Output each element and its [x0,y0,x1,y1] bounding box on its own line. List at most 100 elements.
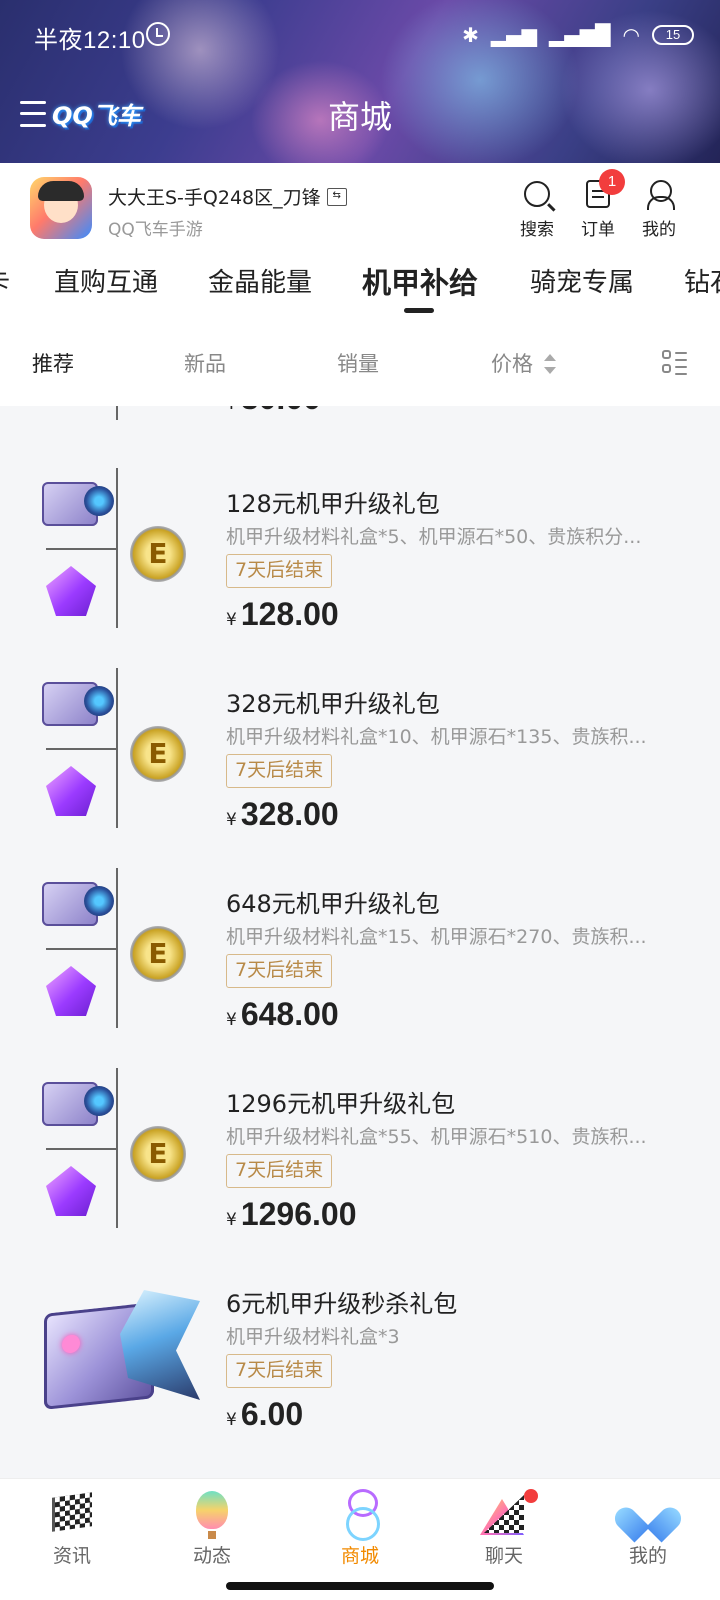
sort-sales[interactable]: 销量 [337,348,379,378]
shop-icon [346,1489,380,1541]
list-item[interactable]: 1296元机甲升级礼包 机甲升级材料礼盒*55、机甲源石*510、贵族积... … [0,1050,720,1254]
app-screen: { "status_bar": { "time": "半夜12:10", "ba… [0,0,720,1600]
tab-diamond[interactable]: 钻石 [684,262,720,299]
list-item[interactable]: 6元机甲升级秒杀礼包 机甲升级材料礼盒*3 7天后结束 ¥6.00 [0,1250,720,1454]
item-title: 6元机甲升级秒杀礼包 [226,1290,458,1318]
user-icon [647,180,675,210]
nav-news[interactable]: 资讯 [22,1489,122,1568]
list-item[interactable]: 648元机甲升级礼包 机甲升级材料礼盒*15、机甲源石*270、贵族积... 7… [0,850,720,1054]
store-name[interactable]: 大大王S-手Q248区_刀锋 ⇆ [108,183,347,210]
status-bar: 半夜12:10 ✱ ▂▄▆ ▂▄▆█ ◠ 15 [0,0,720,70]
battery-icon: 15 [652,25,694,45]
search-icon [524,181,550,207]
nav-chat[interactable]: 聊天 [454,1489,554,1568]
mecha-stone-icon [46,766,96,816]
item-description: 机甲升级材料礼盒*5、机甲源石*50、贵族积分... [226,526,642,548]
nav-chat-label: 聊天 [484,1545,523,1567]
switch-role-icon[interactable]: ⇆ [326,187,347,206]
product-thumbnail [40,668,200,828]
orders-button[interactable]: 1 订单 [573,169,625,240]
hot-air-balloon-icon [196,1491,228,1539]
tab-direct-purchase[interactable]: 直购互通 [54,262,158,299]
item-price: ¥6.00 [226,1396,304,1432]
nav-store[interactable]: 商城 [310,1489,410,1568]
tab-mecha-supply[interactable]: 机甲补给 [362,260,478,302]
signal-hd-icon: ▂▄▆█ [549,23,611,47]
sort-price[interactable]: 价格 [491,348,533,378]
noble-coin-icon [130,526,186,582]
bottom-nav: 资讯 动态 商城 聊天 我的 [0,1478,720,1570]
store-name-text: 大大王S-手Q248区_刀锋 [108,187,321,209]
mecha-stone-icon [46,966,96,1016]
item-price: ¥328.00 [226,796,339,832]
item-title: 648元机甲升级礼包 [226,890,440,918]
search-label: 搜索 [520,220,554,240]
tab-mount-pet[interactable]: 骑宠专属 [530,262,634,299]
item-price: ¥30.00 [226,406,321,417]
noble-coin-icon [130,926,186,982]
countdown-tag: 7天后结束 [226,1354,333,1388]
store-header: 大大王S-手Q248区_刀锋 ⇆ QQ飞车手游 搜索 1 订单 我的 [0,163,720,248]
item-description: 机甲升级材料礼盒*3 [226,1326,400,1348]
wifi-icon: ◠ [622,23,640,47]
item-price: ¥1296.00 [226,1196,357,1232]
mecha-box-icon [42,482,114,526]
active-tab-indicator [404,308,434,313]
mecha-box-icon [42,682,114,726]
search-button[interactable]: 搜索 [512,177,562,240]
countdown-tag: 7天后结束 [226,954,333,988]
checkered-flag-icon [52,1492,92,1532]
list-item[interactable]: 328元机甲升级礼包 机甲升级材料礼盒*10、机甲源石*135、贵族积... 7… [0,650,720,854]
noble-coin-icon [130,1126,186,1182]
item-price: ¥128.00 [226,596,339,632]
unread-dot [524,1489,538,1503]
product-thumbnail [40,1068,200,1228]
alarm-icon [146,22,170,46]
product-thumbnail [40,868,200,1028]
sort-bar: 推荐 新品 销量 价格 [0,320,720,406]
item-title: 128元机甲升级礼包 [226,490,440,518]
store-subtitle: QQ飞车手游 [108,220,203,240]
orders-badge: 1 [599,169,625,195]
item-description: 机甲升级材料礼盒*55、机甲源石*510、贵族积... [226,1126,647,1148]
nav-me[interactable]: 我的 [598,1489,698,1568]
item-description: 机甲升级材料礼盒*10、机甲源石*135、贵族积... [226,726,647,748]
list-item[interactable]: 128元机甲升级礼包 机甲升级材料礼盒*5、机甲源石*50、贵族积分... 7天… [0,450,720,654]
item-title: 328元机甲升级礼包 [226,690,440,718]
tab-category-0[interactable]: 卡 [0,262,10,299]
sort-arrows-icon[interactable] [544,354,556,374]
header-banner: 半夜12:10 ✱ ▂▄▆ ▂▄▆█ ◠ 15 QQ飞车 商城 [0,0,720,163]
mecha-box-icon [42,882,114,926]
heart-icon [628,1493,668,1529]
sort-recommended[interactable]: 推荐 [32,348,74,378]
me-button[interactable]: 我的 [634,177,684,240]
product-thumbnail [40,1268,200,1428]
sort-new[interactable]: 新品 [184,348,226,378]
mecha-box-icon [42,1082,114,1126]
product-thumbnail [40,468,200,628]
tab-gold-crystal-energy[interactable]: 金晶能量 [208,262,312,299]
noble-coin-icon [130,726,186,782]
category-tabs: 卡 直购互通 金晶能量 机甲补给 骑宠专属 钻石 [0,248,720,320]
layout-toggle-icon[interactable] [662,350,688,376]
item-price: ¥648.00 [226,996,339,1032]
nav-news-label: 资讯 [52,1545,91,1567]
countdown-tag: 7天后结束 [226,1154,333,1188]
product-list: ¥30.00 128元机甲升级礼包 机甲升级材料礼盒*5、机甲源石*50、贵族积… [0,406,720,1478]
nav-feed[interactable]: 动态 [162,1489,262,1568]
me-label: 我的 [642,220,676,240]
mecha-stone-icon [46,1166,96,1216]
item-description: 机甲升级材料礼盒*15、机甲源石*270、贵族积... [226,926,647,948]
item-title: 1296元机甲升级礼包 [226,1090,456,1118]
nav-store-label: 商城 [340,1545,379,1567]
countdown-tag: 7天后结束 [226,554,333,588]
home-indicator[interactable] [226,1582,494,1590]
page-title: 商城 [327,98,392,136]
nav-me-label: 我的 [628,1545,667,1567]
nav-feed-label: 动态 [192,1545,231,1567]
store-avatar[interactable] [30,177,92,239]
list-item[interactable]: ¥30.00 [0,406,720,446]
orders-label: 订单 [581,220,615,240]
mecha-stone-icon [46,566,96,616]
status-time: 半夜12:10 [34,27,146,54]
